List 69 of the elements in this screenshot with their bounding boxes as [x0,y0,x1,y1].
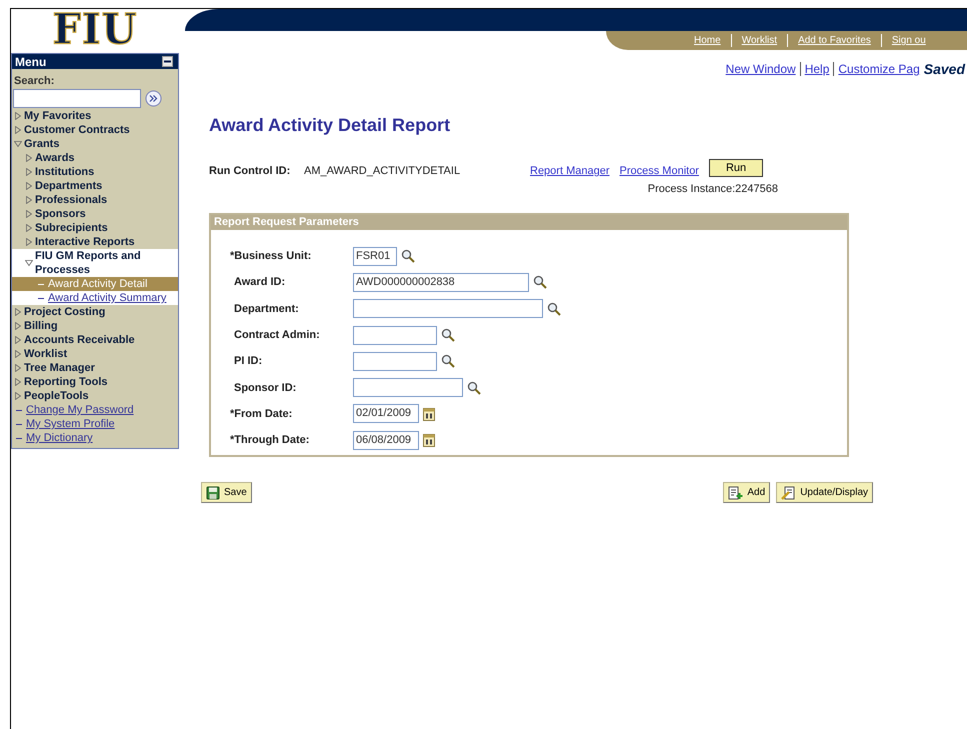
field-label: Award ID: [233,276,286,288]
menu-link[interactable]: My System Profile [26,417,115,431]
panel-header: Report Request Parameters [211,215,847,230]
page-link[interactable]: Customize Pag [838,62,920,76]
saved-text: Saved [924,61,965,77]
menu-folder-item[interactable]: Sponsors [35,207,86,221]
menu-link[interactable]: My Dictionary [26,431,93,445]
field-label: Department: [233,302,300,315]
menu-link[interactable]: Change My Password [26,403,134,417]
menu-folder-item[interactable]: Departments [35,179,102,193]
search-icon[interactable] [401,249,415,264]
process-link[interactable]: Process Monitor [620,165,699,177]
input-field[interactable] [353,378,463,398]
save-button[interactable]: Save [201,482,252,503]
update-display-button[interactable]: Update/Display [776,482,873,503]
field-label: *Through Date: [229,434,310,446]
menu-folder-item[interactable]: Tree Manager [24,361,95,375]
search-label: Search: [13,74,56,89]
input-field[interactable] [353,299,543,318]
menu-folder-item[interactable]: Professionals [35,193,108,207]
add-button[interactable]: Add [723,482,770,503]
search-icon[interactable] [467,380,481,395]
search-icon[interactable] [441,328,455,342]
input-field[interactable]: 02/01/2009 [353,404,419,424]
menu-folder-item[interactable]: Institutions [35,165,94,179]
menu-folder-item[interactable]: Billing [24,319,58,333]
menu-folder-item[interactable]: Subrecipients [35,221,108,235]
document-plus-icon [728,486,744,500]
page-title: Award Activity Detail Report [209,115,452,136]
run-control-label: Run Control ID: [209,165,292,177]
menu-title: Menu [15,54,46,68]
menu-folder-item[interactable]: Awards [35,151,75,165]
expanded-triangle-icon [25,259,33,267]
menu-search-field[interactable] [13,89,141,108]
logo: FIU [52,9,138,52]
field-label: Sponsor ID: [233,382,298,394]
calendar-icon[interactable] [423,406,435,421]
page-link[interactable]: New Window [726,62,796,76]
field-label: *From Date: [229,408,294,420]
menu-folder-item[interactable]: Worklist [24,347,68,361]
search-icon[interactable] [441,354,455,368]
page-link[interactable]: Help [804,62,830,76]
input-field[interactable]: FSR01 [353,246,397,266]
menu-folder-item[interactable]: Grants [24,137,60,151]
input-field[interactable]: AWD000000002838 [353,272,529,292]
expanded-triangle-icon [14,140,22,148]
field-label: Contract Admin: [233,329,321,342]
menu-folder-item[interactable]: My Favorites [24,109,92,123]
run-control-value: AM_AWARD_ACTIVITYDETAIL [304,165,462,177]
collapse-icon[interactable] [162,56,173,67]
search-icon[interactable] [533,275,547,290]
menu-folder-item[interactable]: PeopleTools [24,389,89,403]
menu-folder-item[interactable]: Customer Contracts [24,123,130,137]
process-instance: Process Instance:2247568 [648,183,778,195]
search-icon[interactable] [547,302,561,316]
document-pencil-icon [781,486,796,500]
field-label: *Business Unit: [229,250,312,262]
menu-folder-item[interactable]: Reporting Tools [24,375,108,389]
input-field[interactable]: 06/08/2009 [353,430,419,450]
menu-folder-item[interactable]: Interactive Reports [35,235,135,249]
input-field[interactable] [353,352,437,371]
menu-folder-item[interactable]: Accounts Receivable [24,333,135,347]
calendar-icon[interactable] [423,433,435,448]
process-link[interactable]: Report Manager [530,165,610,177]
menu-folder-item[interactable]: Project Costing [24,305,106,319]
input-field[interactable] [353,326,437,345]
field-label: PI ID: [233,355,264,368]
run-button[interactable]: Run [708,158,764,176]
go-icon[interactable] [145,90,162,107]
